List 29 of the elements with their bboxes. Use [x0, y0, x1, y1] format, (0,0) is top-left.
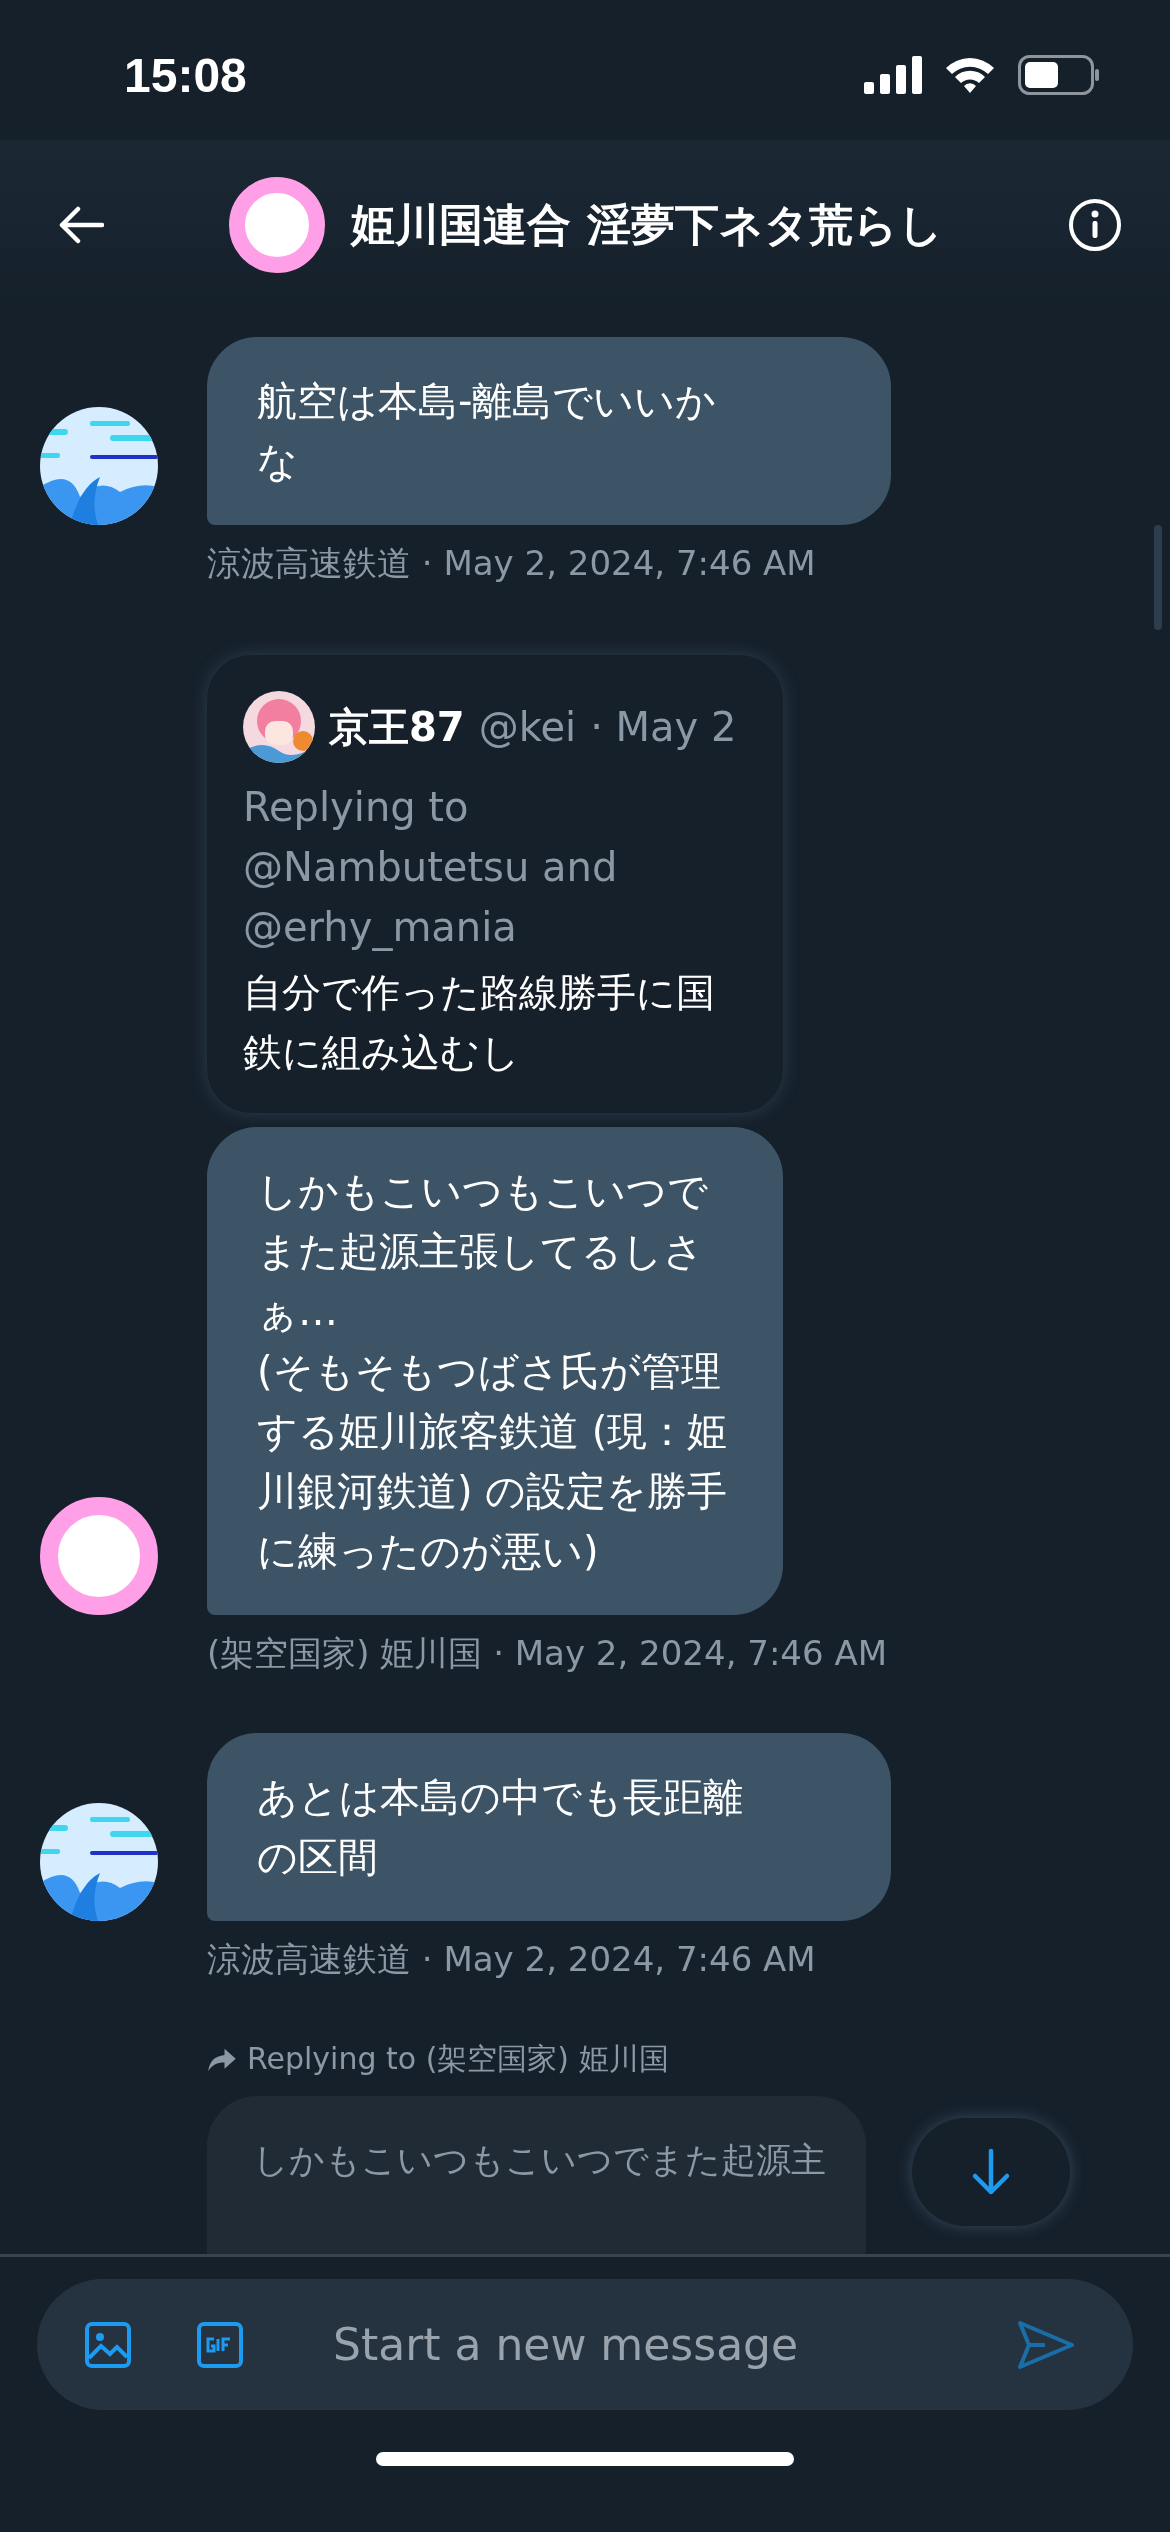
- scrollbar[interactable]: [1154, 525, 1162, 630]
- back-arrow-icon: [58, 205, 104, 245]
- quoted-author-name: 京王87: [329, 702, 465, 752]
- image-icon: [85, 2321, 131, 2368]
- wifi-icon: [944, 56, 996, 94]
- message-bubble[interactable]: しかもこいつもこいつでまた起源主: [207, 2096, 866, 2254]
- send-icon: [1017, 2319, 1075, 2370]
- quoted-date: · May 2: [590, 704, 737, 750]
- message-meta: 涼波高速鉄道 · May 2, 2024, 7:46 AM: [207, 542, 816, 585]
- scroll-down-button[interactable]: [912, 2118, 1070, 2226]
- signal-icon: [864, 56, 922, 94]
- reply-context: Replying to (架空国家) 姫川国: [247, 2040, 669, 2078]
- message-bubble[interactable]: あとは本島の中でも長距離の区間: [207, 1733, 891, 1921]
- status-time: 15:08: [124, 47, 247, 103]
- message-meta: 涼波高速鉄道 · May 2, 2024, 7:46 AM: [207, 1938, 816, 1981]
- quoted-tweet-card[interactable]: 京王87 @kei · May 2 Replying to @Nambutetsu and @erhy_mania 自分で作った路線勝手に国鉄に組み込むし: [207, 655, 783, 1113]
- message-composer[interactable]: Start a new message: [37, 2279, 1133, 2410]
- gif-icon: [197, 2321, 243, 2368]
- message-bubble[interactable]: 航空は本島-離島でいいかな: [207, 337, 891, 525]
- conversation-title: 姫川国連合 淫夢下ネタ荒らし: [351, 197, 943, 252]
- message-meta: (架空国家) 姫川国 · May 2, 2024, 7:46 AM: [207, 1632, 887, 1675]
- quoted-replying-to: Replying to @Nambutetsu and @erhy_mania: [243, 783, 619, 953]
- quoted-author-handle: @kei: [478, 704, 577, 750]
- info-icon: [1068, 198, 1122, 252]
- battery-icon: [1018, 55, 1100, 95]
- message-input[interactable]: Start a new message: [331, 2318, 959, 2371]
- message-bubble[interactable]: しかもこいつもこいつでまた起源主張してるしさぁ… (そもそもつばさ氏が管理する姫川旅客鉄道 (現：姫川銀河鉄道) の設定を勝手に練ったのが悪い): [207, 1127, 783, 1615]
- arrow-down-icon: [970, 2148, 1012, 2196]
- quoted-text: 自分で作った路線勝手に国鉄に組み込むし: [243, 969, 716, 1077]
